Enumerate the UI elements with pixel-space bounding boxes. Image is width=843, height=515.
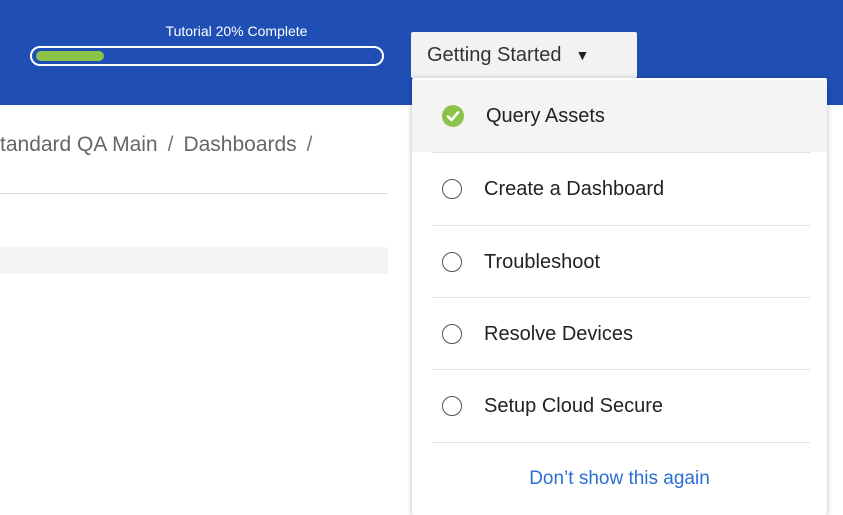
getting-started-label: Getting Started <box>427 43 562 66</box>
empty-circle-icon <box>442 324 462 344</box>
tutorial-progress-label: Tutorial 20% Complete <box>165 23 308 39</box>
menu-item-label: Setup Cloud Secure <box>484 394 664 417</box>
empty-circle-icon <box>442 396 462 416</box>
breadcrumb-separator: / <box>306 133 313 156</box>
menu-item-query-assets[interactable]: Query Assets <box>412 80 827 152</box>
menu-item-label: Query Assets <box>486 104 605 127</box>
menu-divider <box>432 442 810 443</box>
breadcrumb-item-workspace[interactable]: tandard QA Main <box>0 133 158 156</box>
header-divider <box>0 193 388 194</box>
menu-item-label: Troubleshoot <box>484 250 600 273</box>
empty-circle-icon <box>442 179 462 199</box>
dont-show-again-link[interactable]: Don’t show this again <box>412 450 827 508</box>
menu-item-label: Resolve Devices <box>484 322 633 345</box>
check-circle-icon <box>442 105 464 127</box>
tutorial-progress: Tutorial 20% Complete <box>30 24 388 66</box>
tutorial-progress-fill <box>36 51 104 61</box>
breadcrumb: tandard QA Main / Dashboards / <box>0 133 323 157</box>
tutorial-progress-bar <box>30 46 384 66</box>
placeholder-row <box>0 247 388 274</box>
empty-circle-icon <box>442 252 462 272</box>
menu-item-setup-cloud-secure[interactable]: Setup Cloud Secure <box>412 370 827 442</box>
caret-down-icon: ▼ <box>575 47 590 63</box>
menu-item-resolve-devices[interactable]: Resolve Devices <box>412 298 827 370</box>
breadcrumb-item-dashboards[interactable]: Dashboards <box>183 133 296 156</box>
menu-item-troubleshoot[interactable]: Troubleshoot <box>412 226 827 298</box>
getting-started-menu-button[interactable]: Getting Started ▼ <box>411 32 637 78</box>
breadcrumb-separator: / <box>167 133 174 156</box>
menu-item-create-dashboard[interactable]: Create a Dashboard <box>412 153 827 225</box>
menu-item-label: Create a Dashboard <box>484 177 665 200</box>
getting-started-dropdown: Query Assets Create a Dashboard Troubles… <box>412 78 827 515</box>
